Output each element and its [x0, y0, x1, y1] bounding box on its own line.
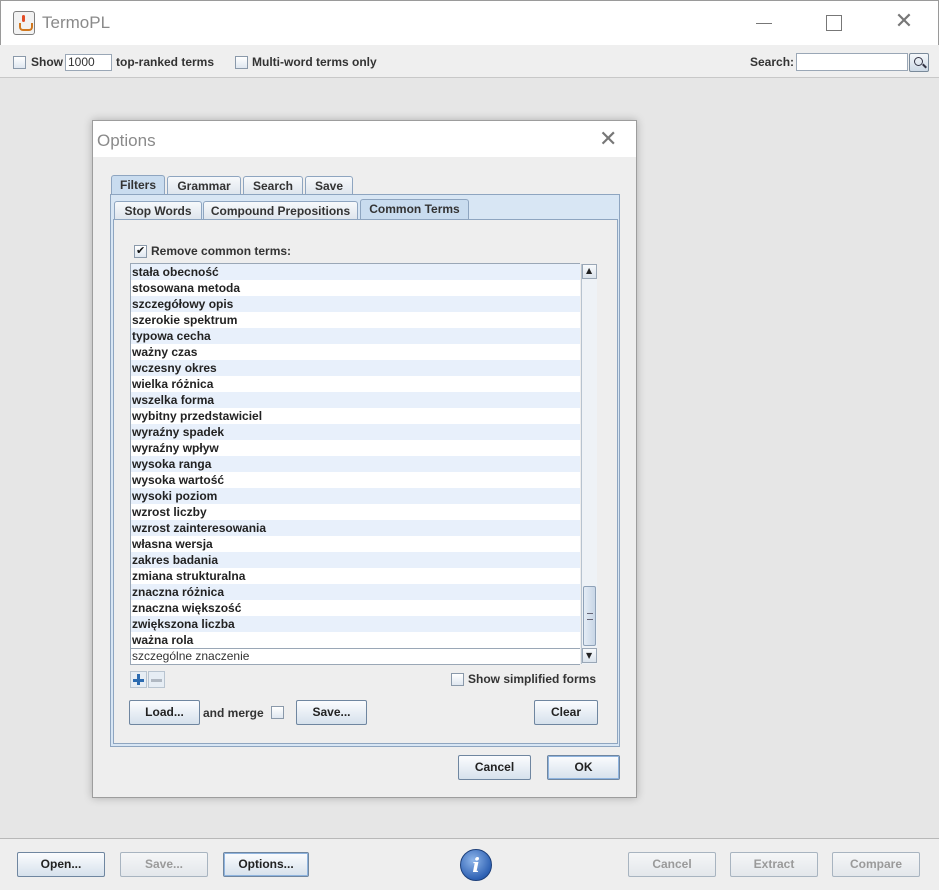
toolbar: Show 1000 top-ranked terms Multi-word te…: [0, 45, 939, 78]
list-item[interactable]: typowa cecha: [131, 328, 580, 344]
list-item[interactable]: wczesny okres: [131, 360, 580, 376]
list-item[interactable]: szczegółowy opis: [131, 296, 580, 312]
and-merge-label: and merge: [203, 706, 264, 720]
info-icon[interactable]: i: [460, 849, 492, 881]
list-save-button[interactable]: Save...: [296, 700, 367, 725]
tab-common-terms[interactable]: Common Terms: [360, 199, 469, 220]
list-item[interactable]: wysoka ranga: [131, 456, 580, 472]
show-simplified-forms-label: Show simplified forms: [468, 672, 597, 686]
list-item[interactable]: znaczna różnica: [131, 584, 580, 600]
multiword-only-label: Multi-word terms only: [252, 55, 377, 69]
scroll-thumb[interactable]: [583, 586, 596, 646]
java-app-icon: [13, 11, 35, 35]
term-rows: stała obecność stosowana metoda szczegółow…: [131, 264, 580, 648]
minus-icon[interactable]: [148, 671, 165, 688]
list-item[interactable]: zakres badania: [131, 552, 580, 568]
tab-stop-words[interactable]: Stop Words: [114, 201, 202, 220]
minimize-button[interactable]: [749, 11, 779, 35]
term-edit-input[interactable]: szczególne znaczenie: [131, 648, 580, 664]
remove-common-terms-label: Remove common terms:: [151, 244, 292, 258]
scroll-down-icon[interactable]: [582, 648, 597, 663]
list-item[interactable]: wyraźny spadek: [131, 424, 580, 440]
list-item[interactable]: wielka różnica: [131, 376, 580, 392]
dialog-cancel-button[interactable]: Cancel: [458, 755, 531, 780]
list-item[interactable]: zmiana strukturalna: [131, 568, 580, 584]
list-item[interactable]: szerokie spektrum: [131, 312, 580, 328]
show-top-ranked-checkbox[interactable]: [13, 56, 26, 69]
tab-filters[interactable]: Filters: [111, 175, 165, 196]
list-item[interactable]: wzrost zainteresowania: [131, 520, 580, 536]
dialog-title: Options: [97, 131, 156, 150]
and-merge-checkbox[interactable]: [271, 706, 284, 719]
list-item[interactable]: wybitny przedstawiciel: [131, 408, 580, 424]
ok-button[interactable]: OK: [547, 755, 620, 780]
search-input[interactable]: [796, 53, 908, 71]
show-simplified-forms-checkbox[interactable]: [451, 673, 464, 686]
close-icon[interactable]: ✕: [599, 127, 617, 152]
search-icon[interactable]: [909, 53, 929, 72]
list-item[interactable]: znaczna większość: [131, 600, 580, 616]
close-window-icon[interactable]: ✕: [889, 11, 919, 35]
top-ranked-count-input[interactable]: 1000: [65, 54, 112, 71]
tab-compound-prepositions[interactable]: Compound Prepositions: [203, 201, 358, 220]
tab-search[interactable]: Search: [243, 176, 303, 195]
list-item[interactable]: stosowana metoda: [131, 280, 580, 296]
list-item[interactable]: wszelka forma: [131, 392, 580, 408]
list-item[interactable]: ważny czas: [131, 344, 580, 360]
dialog-titlebar: Options ✕: [93, 121, 636, 157]
multiword-only-checkbox[interactable]: [235, 56, 248, 69]
clear-button[interactable]: Clear: [534, 700, 598, 725]
open-button[interactable]: Open...: [17, 852, 105, 877]
list-item[interactable]: własna wersja: [131, 536, 580, 552]
load-button[interactable]: Load...: [129, 700, 200, 725]
tab-save[interactable]: Save: [305, 176, 353, 195]
compare-button[interactable]: Compare: [832, 852, 920, 877]
search-label: Search:: [750, 55, 795, 69]
list-item[interactable]: ważna rola: [131, 632, 580, 648]
common-terms-list[interactable]: stała obecność stosowana metoda szczegółow…: [130, 263, 597, 665]
list-item[interactable]: wyraźny wpływ: [131, 440, 580, 456]
vertical-scrollbar[interactable]: [581, 264, 597, 664]
save-button[interactable]: Save...: [120, 852, 208, 877]
extract-button[interactable]: Extract: [730, 852, 818, 877]
list-item[interactable]: wysoki poziom: [131, 488, 580, 504]
cancel-button[interactable]: Cancel: [628, 852, 716, 877]
window-titlebar: TermoPL ✕: [0, 0, 939, 45]
top-ranked-label: top-ranked terms: [116, 55, 215, 69]
options-button[interactable]: Options...: [223, 852, 309, 877]
plus-icon[interactable]: [130, 671, 147, 688]
tab-grammar[interactable]: Grammar: [167, 176, 241, 195]
scroll-up-icon[interactable]: [582, 264, 597, 279]
list-item[interactable]: wysoka wartość: [131, 472, 580, 488]
list-item[interactable]: zwiększona liczba: [131, 616, 580, 632]
app-title: TermoPL: [42, 13, 111, 32]
list-item[interactable]: wzrost liczby: [131, 504, 580, 520]
show-label: Show: [31, 55, 63, 69]
maximize-button[interactable]: [818, 11, 848, 35]
list-item[interactable]: stała obecność: [131, 264, 580, 280]
remove-common-terms-checkbox[interactable]: [134, 244, 147, 258]
options-dialog: Options ✕ Filters Grammar Search Save St…: [92, 120, 637, 798]
